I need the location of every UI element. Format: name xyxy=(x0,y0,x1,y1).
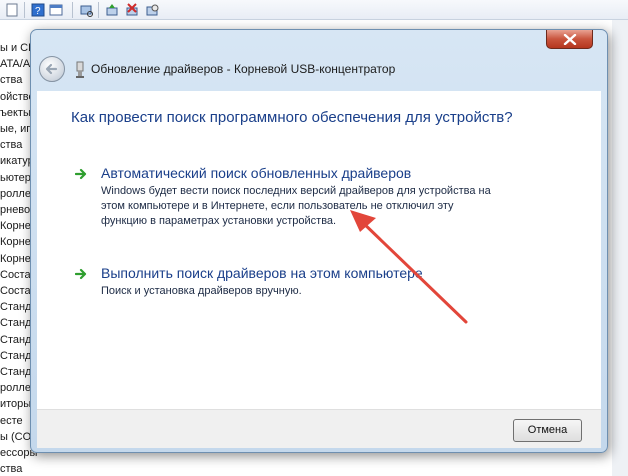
cancel-button[interactable]: Отмена xyxy=(513,419,582,442)
annotation-arrow-icon xyxy=(350,210,468,324)
uninstall-device-icon[interactable] xyxy=(144,2,160,18)
usb-hub-icon xyxy=(76,61,84,78)
device-tree-item-label: рнево xyxy=(0,204,31,216)
green-arrow-icon xyxy=(75,168,87,180)
device-tree-item-label: ы (CO xyxy=(0,430,32,443)
green-arrow-icon xyxy=(75,268,87,280)
device-tree-item[interactable]: ства xyxy=(0,461,60,476)
device-tree-item-label: ъекты xyxy=(0,106,31,119)
scan-hardware-icon[interactable] xyxy=(78,2,94,18)
device-tree-item-label: ства xyxy=(0,74,23,87)
toolbar-doc-icon[interactable] xyxy=(4,2,20,18)
back-button[interactable] xyxy=(39,56,65,82)
device-tree-item-label: ATA/A xyxy=(0,58,31,71)
properties-icon[interactable] xyxy=(48,2,64,18)
device-tree-item-label: ьютер xyxy=(0,171,31,184)
disable-device-icon[interactable] xyxy=(124,2,140,18)
back-arrow-icon xyxy=(45,63,58,75)
close-button[interactable] xyxy=(546,30,593,49)
dialog-title: Обновление драйверов - Корневой USB-конц… xyxy=(91,62,396,76)
background-scrollbar[interactable] xyxy=(612,20,628,476)
device-tree-item-label: ства xyxy=(0,463,23,476)
close-icon xyxy=(563,34,577,45)
svg-text:?: ? xyxy=(35,6,41,17)
device-tree-item-label: икатур xyxy=(0,155,34,168)
help-icon[interactable]: ? xyxy=(30,2,46,18)
auto-search-title[interactable]: Автоматический поиск обновленных драйвер… xyxy=(101,165,411,181)
device-tree-item-label: иторы xyxy=(0,398,32,411)
dialog-titlebar: Обновление драйверов - Корневой USB-конц… xyxy=(35,54,603,88)
update-driver-icon[interactable] xyxy=(104,2,120,18)
auto-search-desc-line: Windows будет вести поиск последних верс… xyxy=(101,185,491,197)
background-toolbar: ? xyxy=(0,0,628,20)
dialog-heading: Как провести поиск программного обеспече… xyxy=(71,109,513,126)
dialog-content: Как провести поиск программного обеспече… xyxy=(37,91,601,409)
device-tree-item-label: ства xyxy=(0,139,23,152)
device-tree-item-label: есте xyxy=(0,414,23,427)
dialog-footer: Отмена xyxy=(37,409,601,448)
update-drivers-dialog: Обновление драйверов - Корневой USB-конц… xyxy=(30,29,608,453)
device-tree-item-label: ые, иг xyxy=(0,123,31,135)
